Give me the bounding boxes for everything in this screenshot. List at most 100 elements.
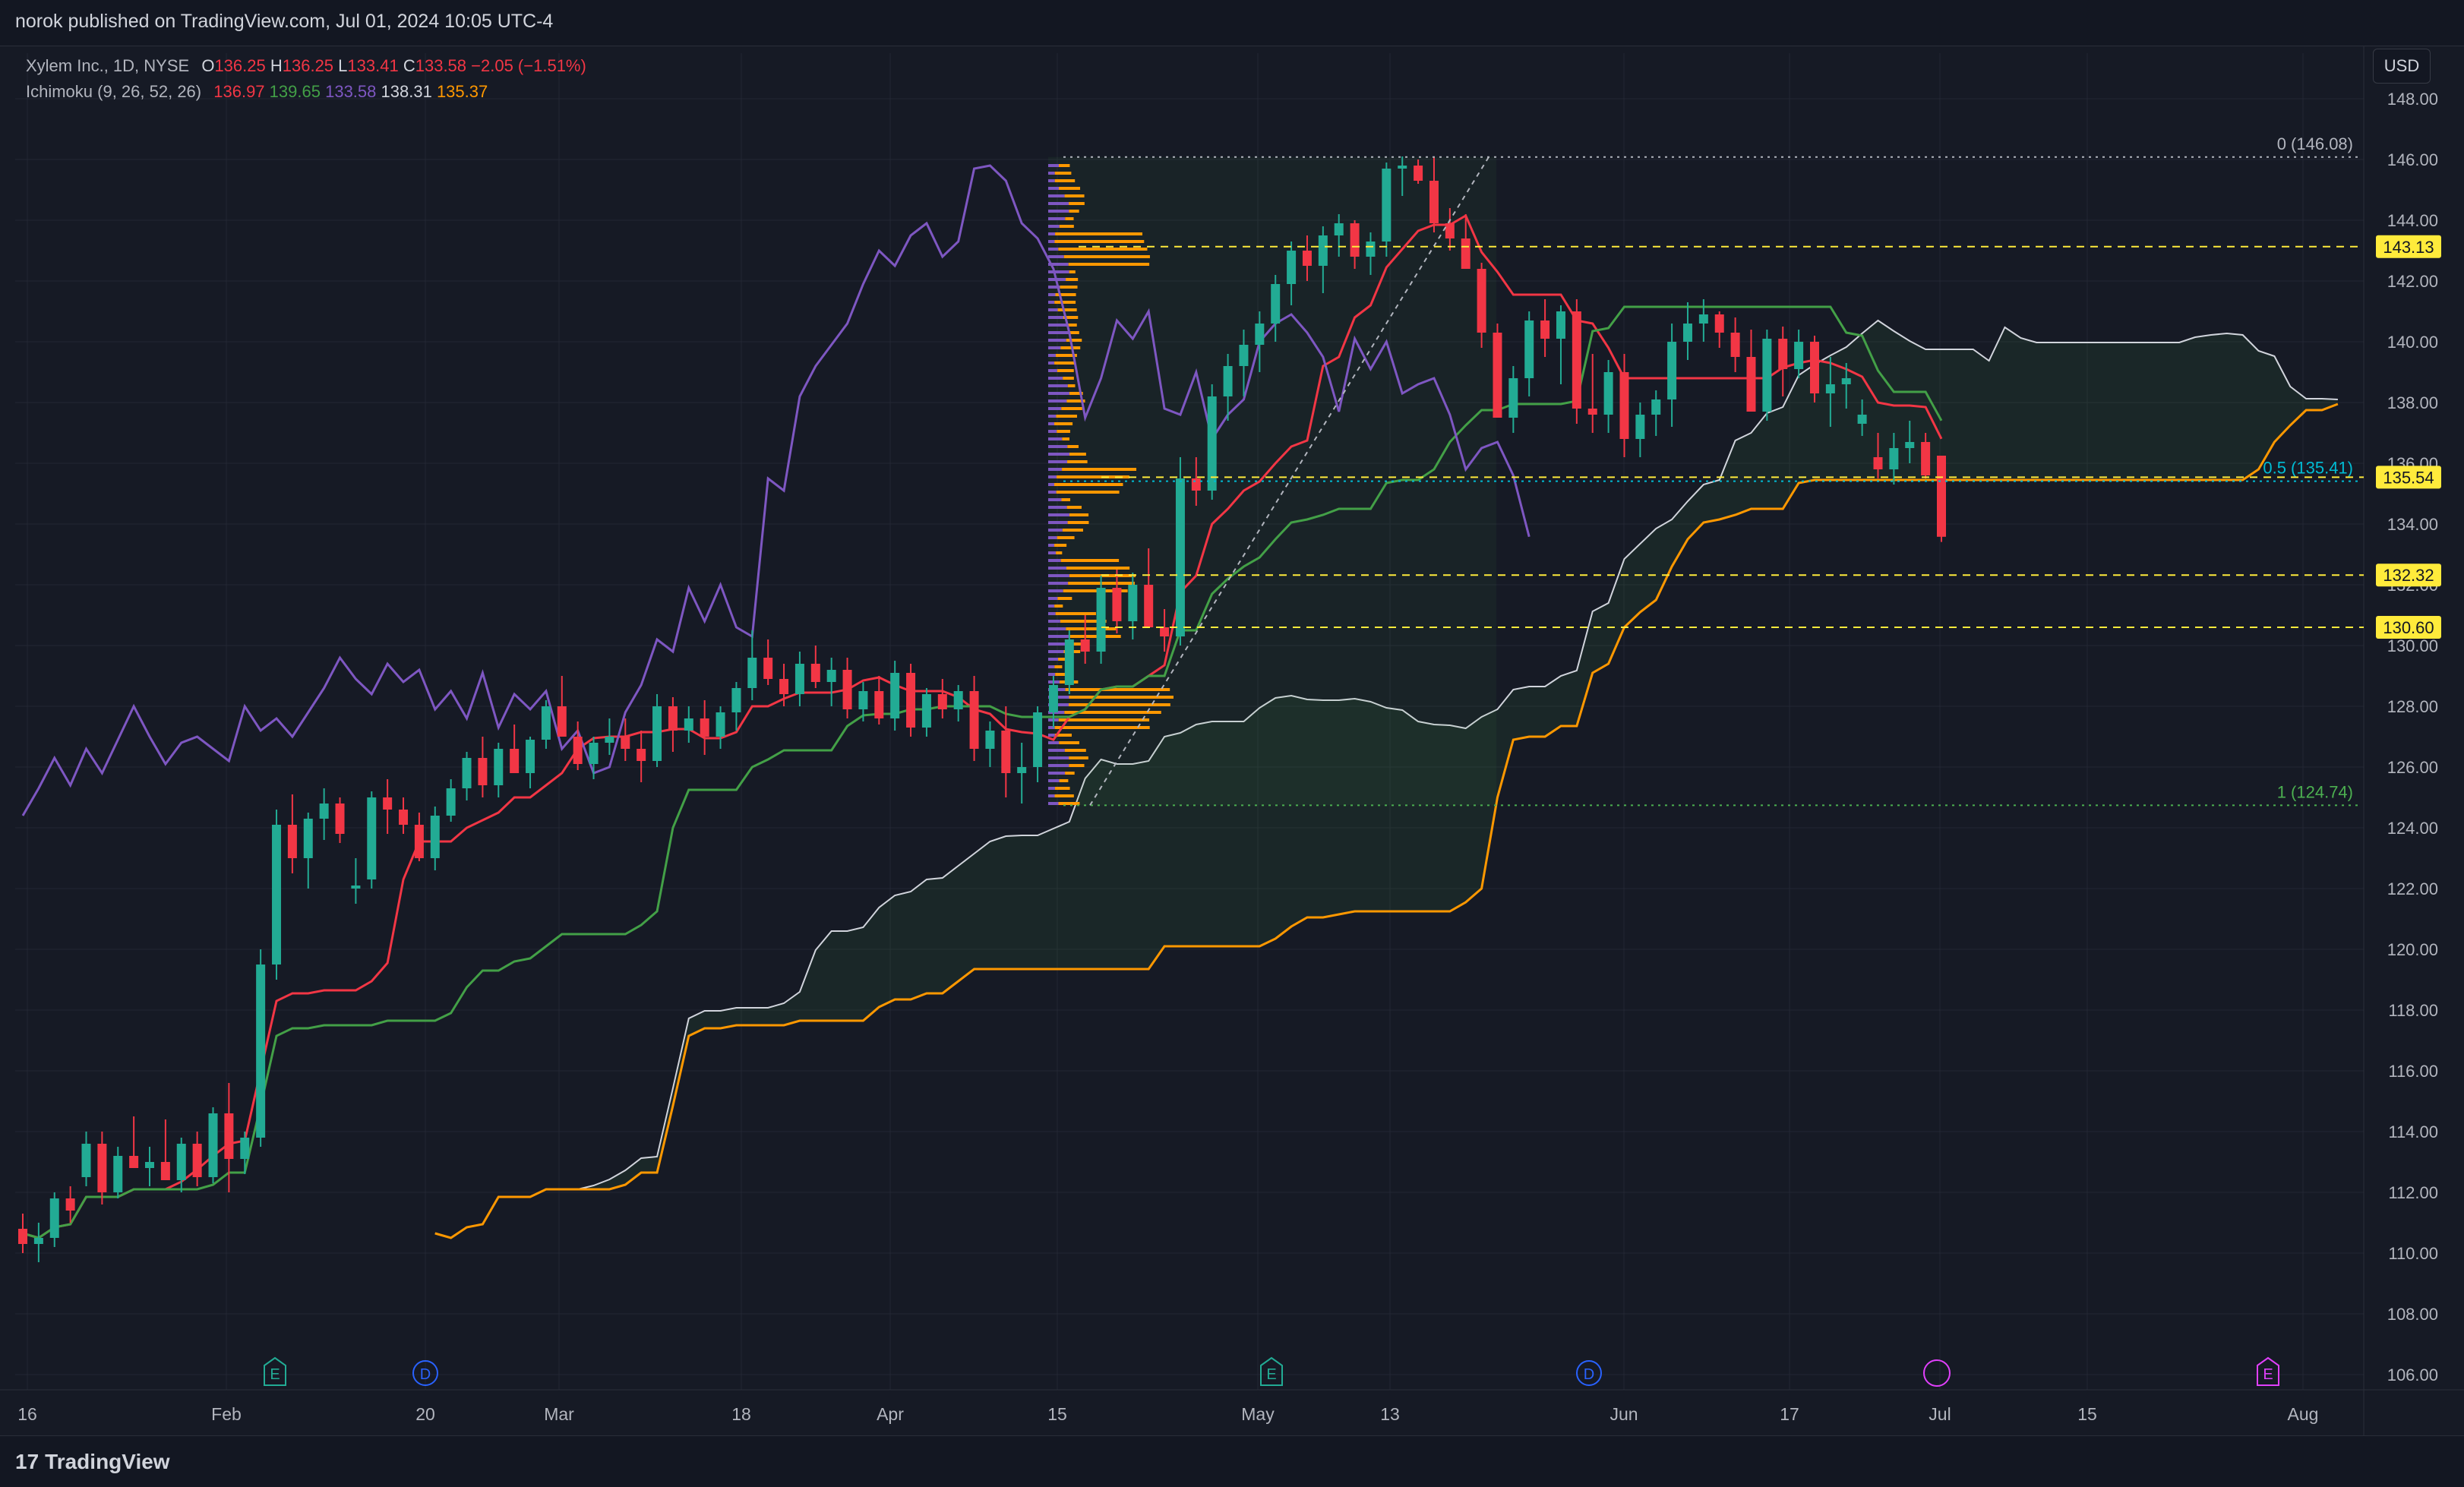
- candle-body: [621, 737, 630, 749]
- price-level-tag-label: 132.32: [2383, 566, 2434, 585]
- volume-profile-bar: [1057, 430, 1070, 433]
- volume-profile-bar: [1048, 529, 1063, 532]
- volume-profile-bar: [1048, 392, 1069, 395]
- tv-logo-icon: 17: [15, 1450, 39, 1473]
- candle-body: [1223, 366, 1233, 396]
- x-tick-label: May: [1241, 1404, 1275, 1424]
- symbol-legend-row[interactable]: Xylem Inc., 1D, NYSE O136.25 H136.25 L13…: [26, 53, 586, 79]
- candle-body: [668, 706, 678, 731]
- volume-profile-bar: [1048, 384, 1068, 387]
- volume-profile-bar: [1048, 354, 1056, 357]
- y-tick-label: 112.00: [2388, 1183, 2438, 1202]
- volume-profile-bar: [1048, 483, 1055, 486]
- candle-body: [937, 694, 947, 709]
- candle-body: [129, 1156, 139, 1168]
- volume-profile-bar: [1048, 255, 1064, 258]
- volume-profile-bar: [1048, 658, 1059, 661]
- candle-body: [1048, 685, 1058, 712]
- y-tick-label: 144.00: [2387, 211, 2438, 230]
- event-type-label: D: [1584, 1366, 1594, 1383]
- volume-profile-bar: [1048, 179, 1055, 182]
- volume-profile-bar: [1065, 688, 1170, 691]
- candle-body: [1635, 415, 1645, 439]
- volume-profile-bar: [1054, 605, 1063, 608]
- candle-body: [1524, 320, 1534, 378]
- candle-body: [383, 797, 393, 810]
- volume-profile-bar: [1069, 202, 1085, 205]
- candle-body: [1651, 399, 1661, 415]
- volume-profile-bar: [1054, 483, 1123, 486]
- candle-body: [1398, 166, 1407, 169]
- high-label: H: [270, 56, 283, 75]
- candle-body: [1508, 378, 1518, 418]
- candle-body: [1762, 339, 1772, 412]
- kijun-sen-line: [22, 305, 1943, 1239]
- volume-profile-bar: [1048, 772, 1066, 775]
- candle-body: [1033, 712, 1043, 767]
- volume-profile-bar: [1054, 726, 1150, 729]
- indicator-legend-row[interactable]: Ichimoku (9, 26, 52, 26) 136.97 139.65 1…: [26, 79, 586, 105]
- volume-profile-bar: [1048, 172, 1055, 175]
- y-tick-label: 120.00: [2387, 940, 2438, 959]
- volume-profile-bar: [1054, 179, 1076, 182]
- fib-level-label: 0.5 (135.41): [2263, 459, 2353, 478]
- chikou-value: 133.58: [325, 82, 377, 101]
- volume-profile-bar: [1048, 308, 1058, 311]
- symbol-name[interactable]: Xylem Inc., 1D, NYSE: [26, 56, 189, 75]
- candle-body: [1318, 235, 1328, 266]
- volume-profile-bar: [1068, 703, 1170, 706]
- candle-body: [573, 737, 583, 764]
- tenkan-sen-line: [22, 213, 1943, 1239]
- volume-profile-bar: [1059, 779, 1069, 782]
- volume-profile-bar: [1054, 794, 1074, 797]
- chart-area[interactable]: 148.00 146.00 144.00 142.00 140.00 138.00 136.…: [0, 46, 2464, 1435]
- tradingview-logo[interactable]: 17 TradingView: [15, 1450, 170, 1474]
- candle-body: [1350, 223, 1360, 257]
- candle-body: [113, 1156, 123, 1192]
- candle-body: [510, 749, 520, 773]
- volume-profile-bar: [1057, 536, 1075, 539]
- volume-profile-bar: [1048, 331, 1069, 334]
- span-a-value: 138.31: [381, 82, 432, 101]
- volume-profile-bar: [1062, 529, 1083, 532]
- candle-body: [700, 718, 709, 737]
- volume-profile-bar: [1048, 430, 1057, 433]
- volume-profile-bar: [1064, 194, 1085, 197]
- y-tick-label: 128.00: [2387, 697, 2438, 716]
- volume-profile-bar: [1063, 377, 1074, 380]
- chart-svg[interactable]: 148.00 146.00 144.00 142.00 140.00 138.00 136.…: [0, 46, 2464, 1435]
- candle-body: [1667, 342, 1677, 399]
- candle-body: [874, 691, 884, 718]
- volume-profile-bar: [1048, 217, 1066, 220]
- candle-body: [985, 731, 995, 749]
- candle-body: [414, 825, 424, 858]
- volume-profile-bar: [1060, 559, 1120, 562]
- candle-body: [240, 1138, 250, 1159]
- currency-button[interactable]: USD: [2373, 49, 2431, 84]
- change-value: −2.05 (−1.51%): [471, 56, 586, 75]
- volume-profile-bar: [1066, 278, 1079, 281]
- chart-legend: Xylem Inc., 1D, NYSE O136.25 H136.25 L13…: [26, 53, 586, 105]
- split-event-icon: [1923, 1359, 1951, 1387]
- y-tick-label: 122.00: [2387, 879, 2438, 898]
- candle-body: [33, 1238, 43, 1244]
- volume-profile-bar: [1048, 445, 1068, 448]
- y-tick-label: 116.00: [2388, 1062, 2438, 1081]
- volume-profile-bar: [1054, 544, 1067, 547]
- candle-body: [1841, 378, 1851, 384]
- candle-body: [1493, 333, 1502, 418]
- volume-profile-bar: [1063, 255, 1150, 258]
- volume-profile-bar: [1048, 650, 1064, 653]
- volume-profile-bar: [1048, 422, 1055, 425]
- event-type-label: E: [270, 1366, 280, 1383]
- candle-body: [351, 886, 361, 889]
- volume-profile-bar: [1048, 316, 1064, 319]
- indicator-name[interactable]: Ichimoku (9, 26, 52, 26): [26, 82, 201, 101]
- candle-body: [1905, 442, 1915, 448]
- volume-profile-bar: [1069, 331, 1079, 334]
- candle-body: [1334, 223, 1344, 235]
- volume-profile-bar: [1048, 453, 1069, 456]
- x-tick-label: Jul: [1929, 1404, 1951, 1424]
- candle-body: [1017, 767, 1027, 773]
- volume-profile-bar: [1061, 498, 1071, 501]
